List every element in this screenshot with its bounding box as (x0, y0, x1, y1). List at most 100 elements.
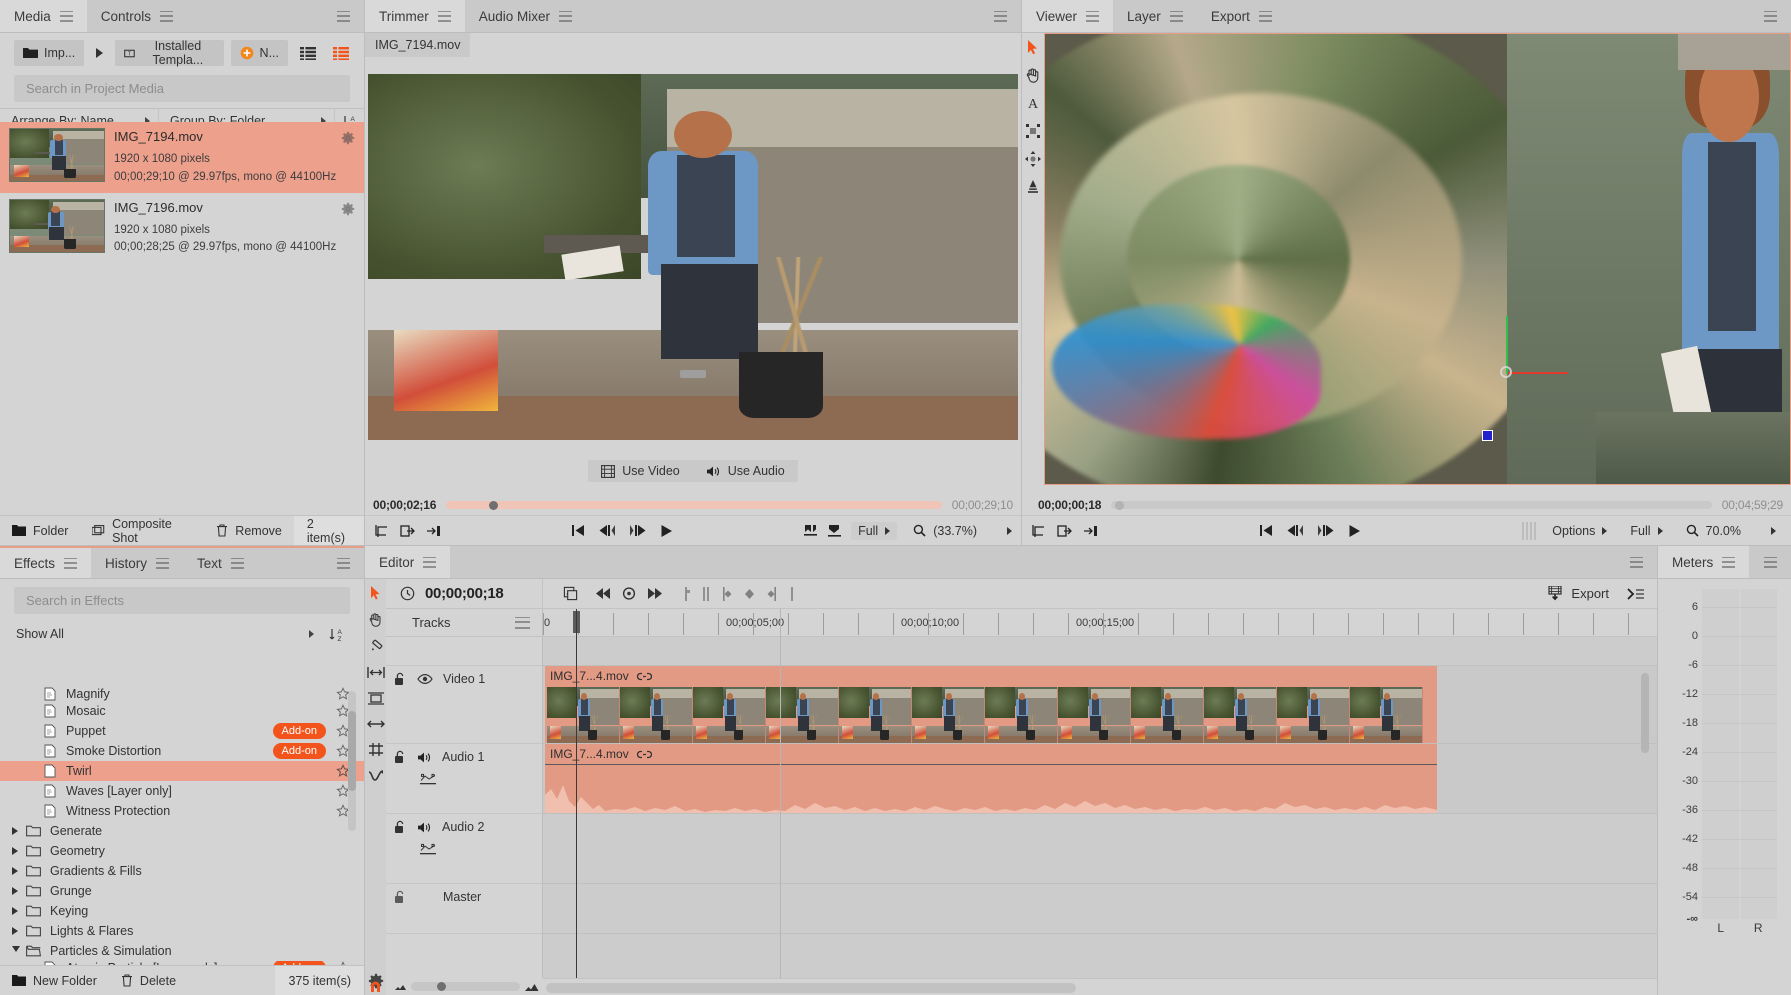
tab-trimmer-menu-icon[interactable] (437, 10, 451, 22)
tab-meters-menu-icon[interactable] (1722, 556, 1736, 568)
zoom-slider-handle[interactable] (437, 982, 447, 991)
transform-box-icon[interactable] (1025, 123, 1041, 139)
set-out-point-icon[interactable] (426, 524, 441, 538)
media-item-0[interactable]: IMG_7194.mov 1920 x 1080 pixels 00;00;29… (0, 122, 364, 193)
timeline-clip-audio[interactable]: IMG_7...4.mov (545, 744, 1437, 813)
transform-center-icon[interactable] (1500, 366, 1512, 378)
tab-layer-menu-icon[interactable] (1169, 10, 1183, 22)
delete-button[interactable]: Delete (109, 966, 188, 995)
timeline-area[interactable]: 0 00;00;05;00 00;00;10;00 00;00;15;00 IM… (543, 609, 1657, 978)
chevron-down-icon[interactable] (1007, 526, 1012, 535)
effect-row-witness-protection[interactable]: Witness Protection (0, 801, 364, 821)
effects-panel-menu[interactable] (323, 548, 364, 578)
step-back-icon[interactable] (598, 524, 616, 537)
mark-in-icon[interactable] (803, 524, 818, 538)
effect-row-waves[interactable]: Waves [Layer only] (0, 781, 364, 801)
link-icon[interactable] (636, 750, 652, 759)
pen-tool-icon[interactable] (1026, 179, 1040, 195)
mark-out-icon[interactable] (827, 524, 842, 538)
unlock-icon[interactable] (394, 890, 407, 904)
viewer-quality-dropdown[interactable]: Full (1623, 522, 1669, 540)
use-audio-button[interactable]: Use Audio (693, 460, 798, 482)
keyframe-diamond-2-icon[interactable] (744, 587, 755, 601)
composite-shot-button[interactable]: Composite Shot (80, 516, 204, 545)
installed-templates-button[interactable]: T Installed Templa... (115, 39, 224, 67)
trimmer-scrub-handle[interactable] (488, 500, 498, 510)
effect-category-keying[interactable]: Keying (0, 901, 364, 921)
slice-tool-icon[interactable] (368, 639, 383, 654)
eye-icon[interactable] (417, 673, 433, 685)
quality-dropdown[interactable]: Full (851, 521, 898, 540)
tab-export-menu-icon[interactable] (1258, 10, 1272, 22)
effect-category-grunge[interactable]: Grunge (0, 881, 364, 901)
set-in-point-icon[interactable] (400, 524, 415, 538)
step-forward-icon[interactable] (1317, 524, 1335, 537)
trimmer-scrub-track[interactable] (446, 500, 942, 510)
set-range-icon[interactable] (374, 524, 389, 538)
detail-view-button[interactable] (328, 44, 354, 63)
timeline-lane-master[interactable] (543, 884, 1657, 934)
new-folder-button[interactable]: New Folder (0, 966, 109, 995)
viewer-video-frame[interactable] (1044, 33, 1791, 485)
slip-tool-icon[interactable] (366, 666, 385, 679)
tab-text[interactable]: Text (183, 548, 258, 578)
set-in-point-icon[interactable] (1057, 524, 1072, 538)
keyframe-diamond-1-icon[interactable] (722, 586, 733, 601)
playhead-line[interactable] (576, 609, 577, 978)
track-header-master[interactable]: Master (386, 884, 542, 934)
link-icon[interactable] (636, 672, 652, 681)
duplicate-icon[interactable] (563, 586, 578, 601)
step-back-icon[interactable] (1286, 524, 1304, 537)
speaker-icon[interactable] (417, 751, 432, 764)
unlock-icon[interactable] (394, 820, 407, 834)
chevron-down-icon[interactable] (1771, 526, 1776, 535)
tab-audio-mixer[interactable]: Audio Mixer (465, 0, 586, 32)
timeline-ruler[interactable]: 0 00;00;05;00 00;00;10;00 00;00;15;00 (543, 609, 1657, 637)
tab-controls[interactable]: Controls (87, 0, 187, 32)
viewer-grip-icon[interactable] (1522, 521, 1537, 540)
timeline-vertical-scrollbar[interactable] (1641, 673, 1649, 753)
trimmer-panel-menu[interactable] (980, 0, 1021, 32)
timeline-clip-video[interactable]: IMG_7...4.mov (545, 666, 1437, 743)
keyframe-diamond-3-icon[interactable] (766, 586, 777, 601)
effects-search-input[interactable] (26, 593, 338, 608)
transform-anchor-handle[interactable] (1482, 430, 1493, 441)
prev-keyframe-icon[interactable] (595, 587, 611, 600)
audio-keyframe-icon[interactable] (420, 842, 436, 856)
media-search-box[interactable] (14, 75, 350, 102)
effect-row-smoke-distortion[interactable]: Smoke Distortion Add-on (0, 741, 364, 761)
audio-keyframe-icon[interactable] (420, 772, 436, 786)
editor-snap-toggle[interactable] (365, 978, 386, 995)
set-out-point-icon[interactable] (1083, 524, 1098, 538)
track-header-audio-2[interactable]: Audio 2 (386, 814, 542, 884)
ripple-tool-icon[interactable] (366, 718, 385, 730)
tab-viewer-menu-icon[interactable] (1086, 10, 1100, 22)
editor-timecode-box[interactable]: 00;00;00;18 (386, 579, 543, 608)
trimmer-preview-area[interactable] (365, 57, 1021, 457)
tab-history-menu-icon[interactable] (156, 557, 170, 569)
unlock-icon[interactable] (394, 750, 407, 764)
effect-row-magnify[interactable]: Magnify (0, 687, 364, 701)
tab-export[interactable]: Export (1197, 0, 1286, 32)
tab-effects[interactable]: Effects (0, 548, 92, 578)
media-item-list[interactable]: IMG_7194.mov 1920 x 1080 pixels 00;00;29… (0, 122, 364, 497)
effects-search-box[interactable] (14, 587, 350, 614)
meters-panel-menu[interactable] (1750, 546, 1791, 578)
use-video-button[interactable]: Use Video (588, 460, 692, 482)
add-keyframe-icon[interactable] (622, 587, 636, 600)
effect-category-lights-flares[interactable]: Lights & Flares (0, 921, 364, 941)
tab-trimmer[interactable]: Trimmer (365, 0, 465, 32)
hand-pan-icon[interactable] (1025, 67, 1041, 83)
zoom-out-icon[interactable] (394, 983, 407, 991)
effect-row-puppet[interactable]: Puppet Add-on (0, 721, 364, 741)
tab-media[interactable]: Media (0, 0, 87, 32)
tab-meters[interactable]: Meters (1658, 546, 1750, 578)
track-header-video-1[interactable]: Video 1 (386, 666, 542, 744)
slide-tool-icon[interactable] (367, 691, 384, 706)
marker-out-icon[interactable] (788, 586, 796, 601)
effect-category-generate[interactable]: Generate (0, 821, 364, 841)
import-dropdown-button[interactable] (91, 45, 108, 61)
marker-in-icon[interactable] (682, 586, 690, 601)
tab-editor-menu-icon[interactable] (423, 556, 437, 568)
transform-x-axis[interactable] (1506, 372, 1568, 374)
